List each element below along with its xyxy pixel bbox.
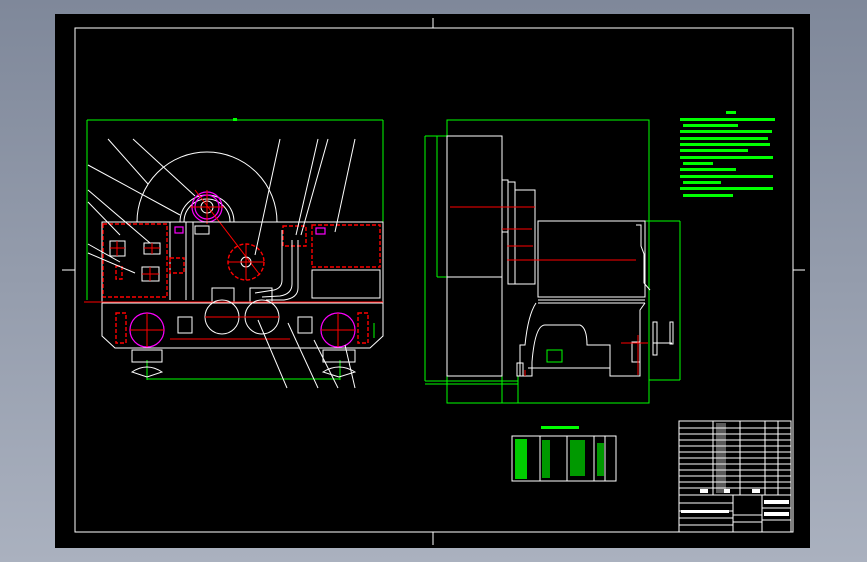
drawing-canvas[interactable] (0, 0, 867, 562)
cad-viewport[interactable] (0, 0, 867, 562)
drawing-sheet (55, 14, 810, 548)
